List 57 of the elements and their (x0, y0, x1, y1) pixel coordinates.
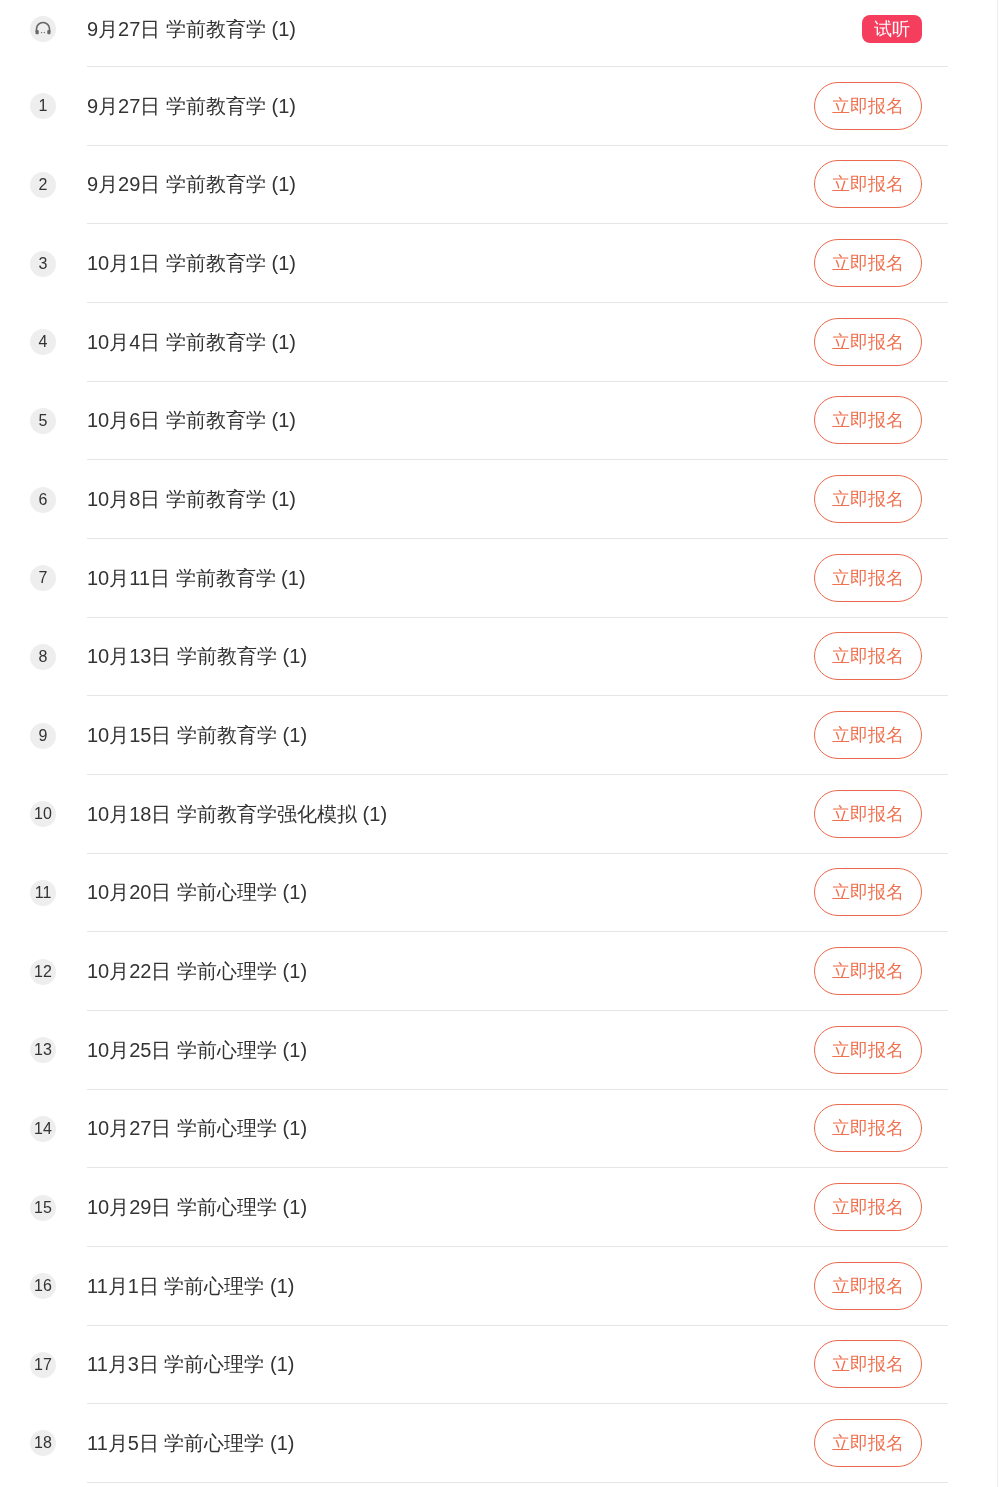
lesson-number: 5 (30, 407, 56, 434)
enroll-button[interactable]: 立即报名 (814, 1419, 922, 1467)
lesson-title: 10月8日 学前教育学 (1) (87, 489, 296, 510)
enroll-button[interactable]: 立即报名 (814, 868, 922, 917)
lesson-title: 11月5日 学前心理学 (1) (87, 1433, 295, 1453)
enroll-button[interactable]: 立即报名 (814, 475, 922, 524)
enroll-button[interactable]: 立即报名 (814, 947, 922, 996)
enroll-button[interactable]: 立即报名 (814, 1104, 922, 1153)
lesson-title: 10月25日 学前心理学 (1) (87, 1039, 308, 1060)
lesson-number: 1 (30, 93, 56, 120)
lesson-title: 11月1日 学前心理学 (1) (87, 1275, 295, 1296)
lesson-title: 10月29日 学前心理学 (1) (87, 1197, 308, 1217)
lesson-title: 9月27日 学前教育学 (1) (87, 95, 296, 116)
lesson-number: 12 (30, 958, 56, 985)
enroll-button[interactable]: 立即报名 (814, 711, 922, 760)
lesson-number: 9 (30, 722, 56, 749)
lesson-number: 3 (30, 250, 56, 277)
enroll-button[interactable]: 立即报名 (814, 1261, 922, 1310)
lesson-title: 10月20日 学前心理学 (1) (87, 882, 308, 903)
lesson-title: 10月1日 学前教育学 (1) (87, 253, 296, 274)
lesson-title: 9月27日 学前教育学 (1) (87, 19, 296, 39)
enroll-button[interactable]: 立即报名 (814, 239, 922, 288)
enroll-button[interactable]: 立即报名 (814, 1340, 922, 1389)
lesson-title: 10月4日 学前教育学 (1) (87, 331, 296, 352)
enroll-button[interactable]: 立即报名 (814, 396, 922, 445)
lesson-title: 10月22日 学前心理学 (1) (87, 961, 308, 982)
enroll-button[interactable]: 立即报名 (814, 1025, 922, 1074)
lesson-title: 10月18日 学前教育学强化模拟 (1) (87, 803, 388, 824)
lesson-title: 11月3日 学前心理学 (1) (87, 1354, 295, 1375)
enroll-button[interactable]: 立即报名 (814, 81, 922, 130)
headphones-icon (30, 16, 56, 42)
lesson-number: 17 (30, 1351, 56, 1378)
enroll-button[interactable]: 立即报名 (814, 789, 922, 838)
enroll-button[interactable]: 立即报名 (814, 632, 922, 681)
lesson-title: 10月27日 学前心理学 (1) (87, 1118, 308, 1139)
lesson-number: 16 (30, 1273, 56, 1300)
lesson-number: 11 (30, 879, 56, 906)
lesson-number: 18 (30, 1430, 56, 1457)
lesson-number: 7 (30, 565, 56, 592)
lesson-number: 13 (30, 1037, 56, 1064)
lesson-number: 8 (30, 643, 56, 670)
lesson-number: 4 (30, 329, 56, 356)
enroll-button[interactable]: 立即报名 (814, 160, 922, 209)
lesson-title: 10月13日 学前教育学 (1) (87, 646, 308, 667)
lesson-title: 10月15日 学前教育学 (1) (87, 725, 308, 746)
lesson-title: 10月6日 学前教育学 (1) (87, 410, 296, 431)
enroll-button[interactable]: 立即报名 (814, 553, 922, 602)
trial-badge: 试听 (862, 15, 922, 43)
lesson-number: 6 (30, 486, 56, 513)
lesson-number: 10 (30, 801, 56, 828)
lesson-title: 9月29日 学前教育学 (1) (87, 174, 296, 195)
lesson-number: 14 (30, 1115, 56, 1142)
lesson-number: 15 (30, 1194, 56, 1221)
enroll-button[interactable]: 立即报名 (814, 317, 922, 366)
lesson-title: 10月11日 学前教育学 (1) (87, 567, 306, 588)
enroll-button[interactable]: 立即报名 (814, 1183, 922, 1231)
lesson-number: 2 (30, 172, 56, 198)
